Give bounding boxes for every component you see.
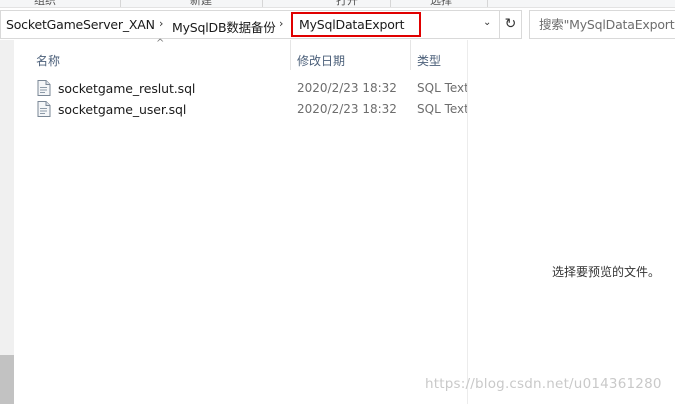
column-divider[interactable] — [290, 40, 291, 70]
breadcrumb-chevron-icon[interactable]: › — [279, 17, 283, 30]
breadcrumb-chevron-icon[interactable]: › — [159, 17, 163, 30]
ribbon-separator — [262, 0, 263, 7]
file-type: SQL Text — [417, 81, 467, 95]
navigation-pane-scroll-thumb[interactable] — [0, 355, 14, 404]
column-header-type[interactable]: 类型 — [417, 52, 441, 69]
file-date-modified: 2020/2/23 18:32 — [297, 102, 397, 116]
chevron-down-icon[interactable]: ⌄ — [483, 17, 491, 28]
refresh-button[interactable]: ↻ — [500, 10, 522, 39]
preview-pane: 选择要预览的文件。 — [467, 40, 675, 404]
breadcrumb-socketgameserver[interactable]: SocketGameServer_XAN — [6, 17, 155, 32]
search-input[interactable] — [530, 11, 675, 38]
file-explorer-window: 组织 新建 打开 选择 SocketGameServer_XAN › MySql… — [0, 0, 675, 404]
sql-file-icon — [37, 80, 51, 96]
column-divider[interactable] — [410, 40, 411, 70]
ribbon-separator — [390, 0, 391, 7]
file-row[interactable]: socketgame_reslut.sql 2020/2/23 18:32 SQ… — [32, 78, 467, 99]
ribbon-group-new: 新建 — [190, 0, 212, 7]
search-box[interactable] — [529, 10, 675, 39]
ribbon-separator — [487, 0, 488, 7]
breadcrumb-current-folder[interactable]: MySqlDataExport — [291, 12, 421, 37]
file-date-modified: 2020/2/23 18:32 — [297, 81, 397, 95]
column-header-date-modified[interactable]: 修改日期 — [297, 52, 345, 69]
ribbon-group-open: 打开 — [336, 0, 358, 7]
ribbon-group-select: 选择 — [430, 0, 452, 7]
watermark: https://blog.csdn.net/u014361280 — [425, 376, 662, 392]
sql-file-icon — [37, 101, 51, 117]
column-header-name[interactable]: 名称 — [36, 52, 60, 69]
preview-message: 选择要预览的文件。 — [552, 265, 661, 279]
file-name: socketgame_reslut.sql — [58, 81, 196, 96]
ribbon-separator — [120, 0, 121, 7]
navigation-pane-scrollbar[interactable] — [0, 40, 14, 404]
ribbon-group-captions: 组织 新建 打开 选择 — [0, 0, 675, 8]
breadcrumb-mysqldb-backup[interactable]: MySqlDB数据备份 — [172, 17, 276, 36]
refresh-icon: ↻ — [504, 16, 517, 32]
address-bar[interactable]: SocketGameServer_XAN › MySqlDB数据备份 › MyS… — [0, 10, 500, 39]
sort-up-icon: ^ — [156, 38, 165, 49]
ribbon-group-organize: 组织 — [34, 0, 56, 7]
file-type: SQL Text — [417, 102, 467, 116]
file-row[interactable]: socketgame_user.sql 2020/2/23 18:32 SQL … — [32, 99, 467, 120]
file-name: socketgame_user.sql — [58, 102, 187, 117]
